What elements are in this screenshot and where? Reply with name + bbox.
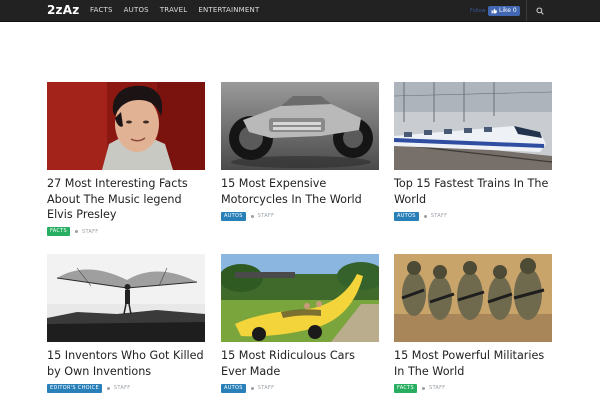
article-meta: EDITOR'S CHOICE STAFF xyxy=(47,383,205,393)
category-badge[interactable]: AUTOS xyxy=(394,211,419,221)
meta-separator-dot xyxy=(106,386,110,390)
article-meta: AUTOS STAFF xyxy=(221,211,379,221)
article-title[interactable]: 27 Most Interesting Facts About The Musi… xyxy=(47,176,205,223)
nav-item-autos[interactable]: AUTOS xyxy=(124,0,149,21)
meta-separator-dot xyxy=(421,386,425,390)
article-title[interactable]: 15 Inventors Who Got Killed by Own Inven… xyxy=(47,348,205,379)
article-card[interactable]: 15 Most Ridiculous Cars Ever Made AUTOS … xyxy=(221,254,379,393)
article-meta: AUTOS STAFF xyxy=(221,383,379,393)
article-author[interactable]: STAFF xyxy=(429,385,446,391)
article-card[interactable]: 15 Most Powerful Militaries In The World… xyxy=(394,254,552,393)
category-badge[interactable]: AUTOS xyxy=(221,383,246,393)
article-meta: FACTS STAFF xyxy=(47,227,205,237)
article-thumbnail-motorcycle[interactable] xyxy=(221,82,379,170)
article-thumbnail-soldiers[interactable] xyxy=(394,254,552,342)
article-meta: FACTS STAFF xyxy=(394,383,552,393)
article-author[interactable]: STAFF xyxy=(82,229,99,235)
article-card[interactable]: Top 15 Fastest Trains In The World AUTOS… xyxy=(394,82,552,221)
site-logo[interactable]: 2zAz xyxy=(47,3,79,17)
nav-item-travel[interactable]: TRAVEL xyxy=(160,0,188,21)
facebook-like-button[interactable]: Like 0 xyxy=(488,6,520,16)
article-thumbnail-glider-inventor[interactable] xyxy=(47,254,205,342)
article-thumbnail-banana-car[interactable] xyxy=(221,254,379,342)
nav-item-entertainment[interactable]: ENTERTAINMENT xyxy=(198,0,259,21)
article-title[interactable]: Top 15 Fastest Trains In The World xyxy=(394,176,552,207)
category-badge[interactable]: FACTS xyxy=(47,227,70,236)
category-badge[interactable]: FACTS xyxy=(394,383,417,393)
nav-divider xyxy=(526,0,527,21)
article-title[interactable]: 15 Most Expensive Motorcycles In The Wor… xyxy=(221,176,379,207)
article-author[interactable]: STAFF xyxy=(431,213,448,219)
article-thumbnail-train[interactable] xyxy=(394,82,552,170)
top-navigation-bar: 2zAz FACTS AUTOS TRAVEL ENTERTAINMENT Fo… xyxy=(0,0,600,22)
article-title[interactable]: 15 Most Powerful Militaries In The World xyxy=(394,348,552,379)
follow-link[interactable]: Follow xyxy=(470,8,486,14)
category-badge[interactable]: EDITOR'S CHOICE xyxy=(47,383,102,393)
meta-separator-dot xyxy=(250,386,254,390)
nav-item-facts[interactable]: FACTS xyxy=(90,0,113,21)
article-thumbnail-elvis-portrait[interactable] xyxy=(47,82,205,170)
article-card[interactable]: 27 Most Interesting Facts About The Musi… xyxy=(47,82,205,237)
article-title[interactable]: 15 Most Ridiculous Cars Ever Made xyxy=(221,348,379,379)
article-card[interactable]: 15 Inventors Who Got Killed by Own Inven… xyxy=(47,254,205,393)
meta-separator-dot xyxy=(250,214,254,218)
category-badge[interactable]: AUTOS xyxy=(221,211,246,221)
article-author[interactable]: STAFF xyxy=(114,385,131,391)
meta-separator-dot xyxy=(74,230,78,233)
article-meta: AUTOS STAFF xyxy=(394,211,552,221)
like-label: Like 0 xyxy=(499,7,517,14)
article-author[interactable]: STAFF xyxy=(258,213,275,219)
article-card[interactable]: 15 Most Expensive Motorcycles In The Wor… xyxy=(221,82,379,221)
thumbs-up-icon xyxy=(491,8,497,14)
meta-separator-dot xyxy=(423,214,427,218)
main-nav: FACTS AUTOS TRAVEL ENTERTAINMENT xyxy=(90,0,270,21)
search-button[interactable] xyxy=(532,3,548,19)
search-icon xyxy=(536,7,544,15)
article-author[interactable]: STAFF xyxy=(258,385,275,391)
